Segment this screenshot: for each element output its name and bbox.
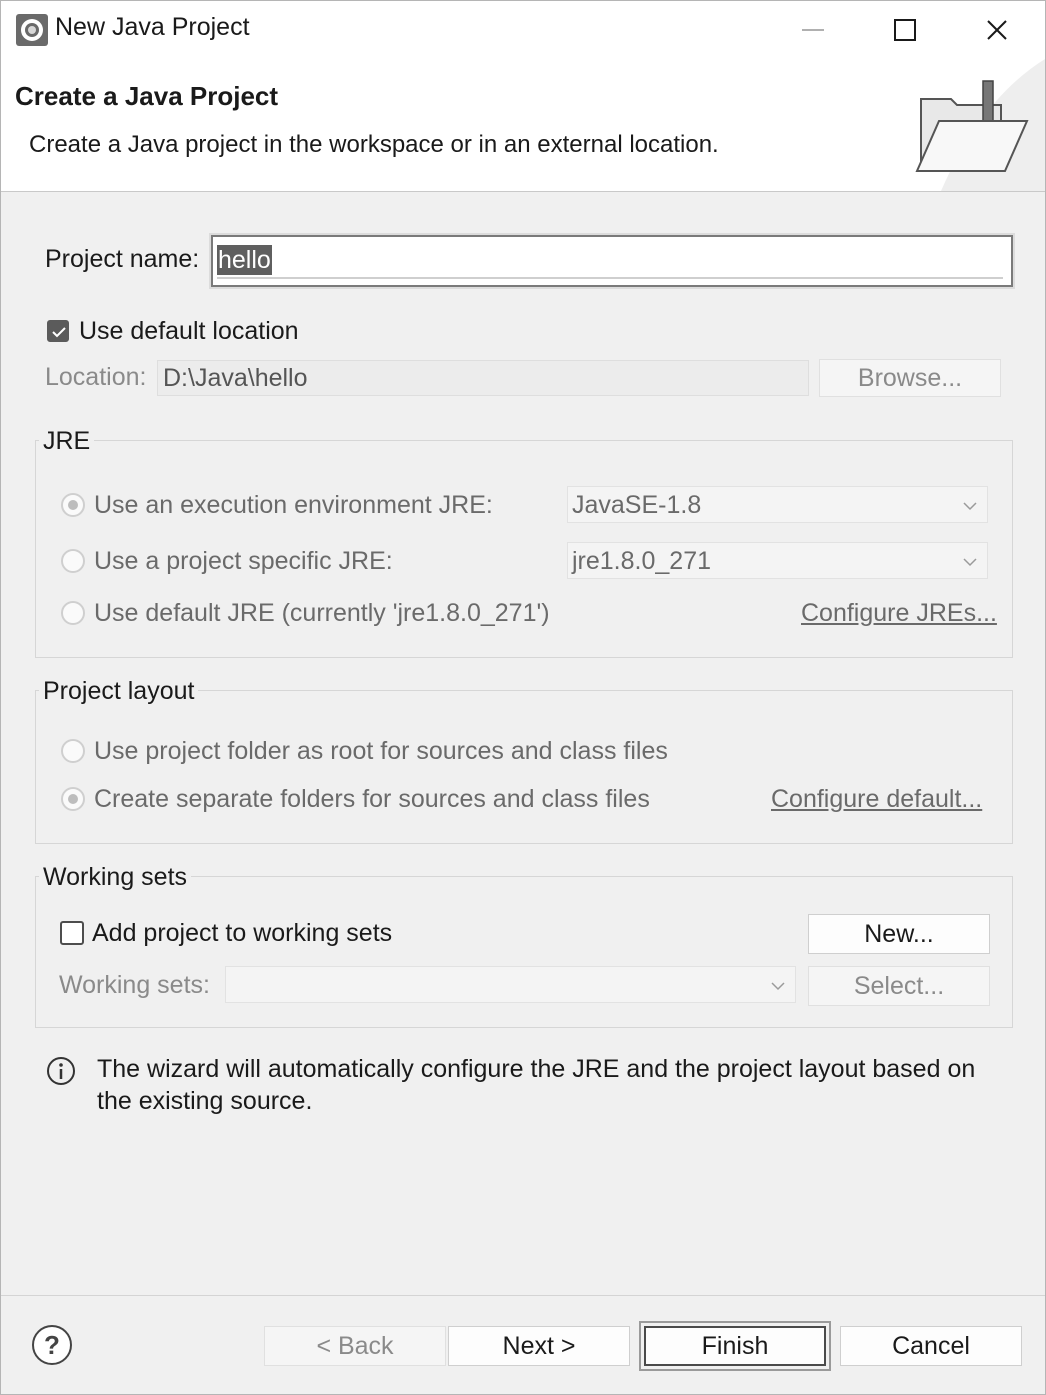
- project-layout-group-title: Project layout: [39, 677, 199, 706]
- add-to-working-sets-checkbox[interactable]: [60, 921, 84, 945]
- input-underline: [217, 277, 1003, 279]
- checkmark-icon: [52, 327, 66, 338]
- use-default-location-checkbox[interactable]: [47, 320, 69, 342]
- banner-title: Create a Java Project: [15, 81, 279, 111]
- maximize-button[interactable]: [859, 1, 951, 59]
- new-java-project-dialog: New Java Project Create a Java Project C…: [0, 0, 1046, 1395]
- use-default-location-label[interactable]: Use default location: [79, 317, 299, 346]
- jre-execution-env-radio[interactable]: [61, 493, 85, 517]
- maximize-icon: [894, 19, 916, 41]
- layout-separate-folders-label[interactable]: Create separate folders for sources and …: [94, 785, 650, 814]
- info-icon: [47, 1057, 75, 1085]
- layout-single-folder-label[interactable]: Use project folder as root for sources a…: [94, 737, 668, 766]
- title-bar: New Java Project: [1, 1, 1045, 59]
- project-specific-jre-value: jre1.8.0_271: [572, 547, 712, 575]
- jre-project-specific-radio[interactable]: [61, 549, 85, 573]
- back-button[interactable]: < Back: [264, 1326, 446, 1366]
- cancel-button[interactable]: Cancel: [840, 1326, 1022, 1366]
- close-icon: [987, 20, 1007, 40]
- jre-default-label[interactable]: Use default JRE (currently 'jre1.8.0_271…: [94, 599, 550, 628]
- location-label: Location:: [45, 363, 147, 391]
- next-button[interactable]: Next >: [448, 1326, 630, 1366]
- execution-env-value: JavaSE-1.8: [572, 491, 702, 519]
- chevron-down-icon: [963, 558, 977, 567]
- window-title: New Java Project: [55, 13, 250, 41]
- location-value: D:\Java\hello: [163, 364, 308, 392]
- configure-default-link[interactable]: Configure default...: [771, 785, 982, 814]
- working-sets-label: Working sets:: [59, 971, 210, 999]
- svg-text:?: ?: [44, 1330, 60, 1360]
- minimize-button[interactable]: [767, 1, 859, 59]
- execution-env-combo[interactable]: JavaSE-1.8: [567, 486, 988, 523]
- new-working-set-button[interactable]: New...: [808, 914, 990, 954]
- jre-group-title: JRE: [39, 427, 95, 456]
- finish-button[interactable]: Finish: [644, 1326, 826, 1366]
- layout-single-folder-radio[interactable]: [61, 739, 85, 763]
- add-to-working-sets-label[interactable]: Add project to working sets: [92, 919, 392, 948]
- banner-description: Create a Java project in the workspace o…: [29, 131, 719, 158]
- working-sets-combo[interactable]: [225, 966, 796, 1003]
- footer-separator: [1, 1295, 1045, 1296]
- minimize-icon: [802, 29, 824, 31]
- jre-default-radio[interactable]: [61, 601, 85, 625]
- info-message: The wizard will automatically configure …: [97, 1055, 976, 1115]
- layout-separate-folders-radio[interactable]: [61, 787, 85, 811]
- working-sets-group-title: Working sets: [39, 863, 192, 892]
- jre-project-specific-label[interactable]: Use a project specific JRE:: [94, 547, 393, 576]
- select-working-set-button[interactable]: Select...: [808, 966, 990, 1006]
- project-name-input[interactable]: hello: [211, 235, 1013, 287]
- configure-jres-link[interactable]: Configure JREs...: [801, 599, 997, 628]
- browse-button[interactable]: Browse...: [819, 359, 1001, 397]
- project-name-value: hello: [217, 245, 272, 275]
- project-name-label: Project name:: [45, 245, 200, 273]
- project-layout-group: [35, 690, 1013, 844]
- project-specific-jre-combo[interactable]: jre1.8.0_271: [567, 542, 988, 579]
- close-button[interactable]: [951, 1, 1043, 59]
- chevron-down-icon: [963, 502, 977, 511]
- location-field: D:\Java\hello: [157, 360, 809, 396]
- help-icon[interactable]: ?: [31, 1324, 73, 1366]
- folder-wizard-icon: [915, 59, 1045, 191]
- eclipse-app-icon: [16, 14, 48, 46]
- jre-execution-env-label[interactable]: Use an execution environment JRE:: [94, 491, 493, 520]
- wizard-banner: Create a Java Project Create a Java proj…: [1, 59, 1045, 192]
- chevron-down-icon: [771, 982, 785, 991]
